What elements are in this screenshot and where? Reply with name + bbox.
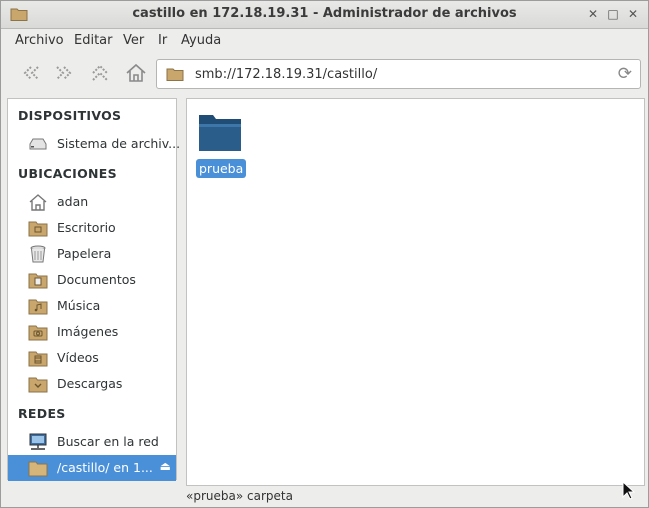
forward-button[interactable] — [51, 61, 79, 87]
folder-downloads-icon — [28, 377, 48, 393]
sidebar-item-label: Descargas — [57, 376, 123, 391]
folder-icon — [199, 115, 241, 151]
menu-ayuda[interactable]: Ayuda — [181, 33, 221, 48]
back-button[interactable] — [16, 61, 44, 87]
menu-ver[interactable]: Ver — [123, 33, 144, 48]
sidebar-item-label: Papelera — [57, 246, 112, 261]
back-icon — [23, 66, 39, 80]
menu-bar: Archivo Editar Ver Ir Ayuda — [1, 29, 648, 53]
file-manager-window: castillo en 172.18.19.31 - Administrador… — [0, 0, 649, 508]
sidebar-item-label: Escritorio — [57, 220, 116, 235]
section-header-dispositivos: DISPOSITIVOS — [18, 108, 122, 123]
folder-pictures-icon — [28, 325, 48, 341]
folder-music-icon — [28, 299, 48, 315]
sidebar-item-documentos[interactable]: Documentos — [8, 267, 176, 293]
sidebar-item-label: Imágenes — [57, 324, 119, 339]
sidebar-item-label: /castillo/ en 1... — [57, 460, 153, 475]
trash-icon — [30, 245, 46, 263]
folder-desktop-icon — [28, 221, 48, 237]
window-title: castillo en 172.18.19.31 - Administrador… — [132, 6, 517, 21]
sidebar-item-castillo[interactable]: /castillo/ en 1... ⏏ — [8, 455, 176, 481]
sidebar-item-buscar-red[interactable]: Buscar en la red — [8, 429, 176, 455]
drive-icon — [29, 138, 47, 150]
sidebar-item-label: Buscar en la red — [57, 434, 159, 449]
sidebar-item-sistema[interactable]: Sistema de archiv... — [8, 131, 180, 157]
folder-videos-icon — [28, 351, 48, 367]
up-button[interactable] — [86, 61, 114, 87]
menu-ir[interactable]: Ir — [158, 33, 167, 48]
sidebar-item-imagenes[interactable]: Imágenes — [8, 319, 176, 345]
location-bar[interactable]: smb://172.18.19.31/castillo/ ⟳ — [156, 59, 641, 89]
forward-icon — [56, 66, 72, 80]
sidebar-item-videos[interactable]: Vídeos — [8, 345, 176, 371]
sidebar-item-adan[interactable]: adan — [8, 189, 176, 215]
file-name-label: prueba — [196, 159, 247, 178]
sidebar-item-label: Vídeos — [57, 350, 99, 365]
file-view[interactable]: prueba — [186, 98, 645, 486]
home-icon — [29, 194, 47, 211]
sidebar-item-musica[interactable]: Música — [8, 293, 176, 319]
file-item-prueba[interactable]: prueba — [196, 109, 247, 183]
folder-documents-icon — [28, 273, 48, 289]
section-header-ubicaciones: UBICACIONES — [18, 166, 117, 181]
up-icon — [92, 64, 108, 81]
network-icon — [29, 433, 47, 450]
folder-remote-icon — [28, 461, 48, 477]
mouse-cursor-icon — [622, 481, 636, 500]
menu-editar[interactable]: Editar — [74, 33, 113, 48]
sidebar-item-label: adan — [57, 194, 89, 209]
sidebar-item-papelera[interactable]: Papelera — [8, 241, 176, 267]
reload-icon[interactable]: ⟳ — [618, 64, 632, 84]
status-bar: «prueba» carpeta — [186, 489, 293, 503]
sidebar-item-label: Sistema de archiv... — [57, 136, 181, 151]
maximize-button[interactable]: □ — [606, 7, 620, 21]
sidebar-item-escritorio[interactable]: Escritorio — [8, 215, 176, 241]
sidebar-item-label: Música — [57, 298, 101, 313]
home-icon — [126, 63, 146, 82]
sidebar-item-label: Documentos — [57, 272, 136, 287]
close-button[interactable]: ✕ — [626, 7, 640, 21]
sidebar-item-descargas[interactable]: Descargas — [8, 371, 176, 397]
menu-archivo[interactable]: Archivo — [15, 33, 64, 48]
sidebar: DISPOSITIVOS Sistema de archiv... UBICAC… — [7, 98, 180, 481]
title-bar[interactable]: castillo en 172.18.19.31 - Administrador… — [1, 1, 648, 29]
section-header-redes: REDES — [18, 406, 66, 421]
home-button[interactable] — [122, 61, 150, 87]
folder-icon — [166, 68, 184, 81]
eject-icon[interactable]: ⏏ — [160, 459, 171, 473]
minimize-button[interactable]: ✕ — [586, 7, 600, 21]
location-path[interactable]: smb://172.18.19.31/castillo/ — [195, 67, 377, 82]
